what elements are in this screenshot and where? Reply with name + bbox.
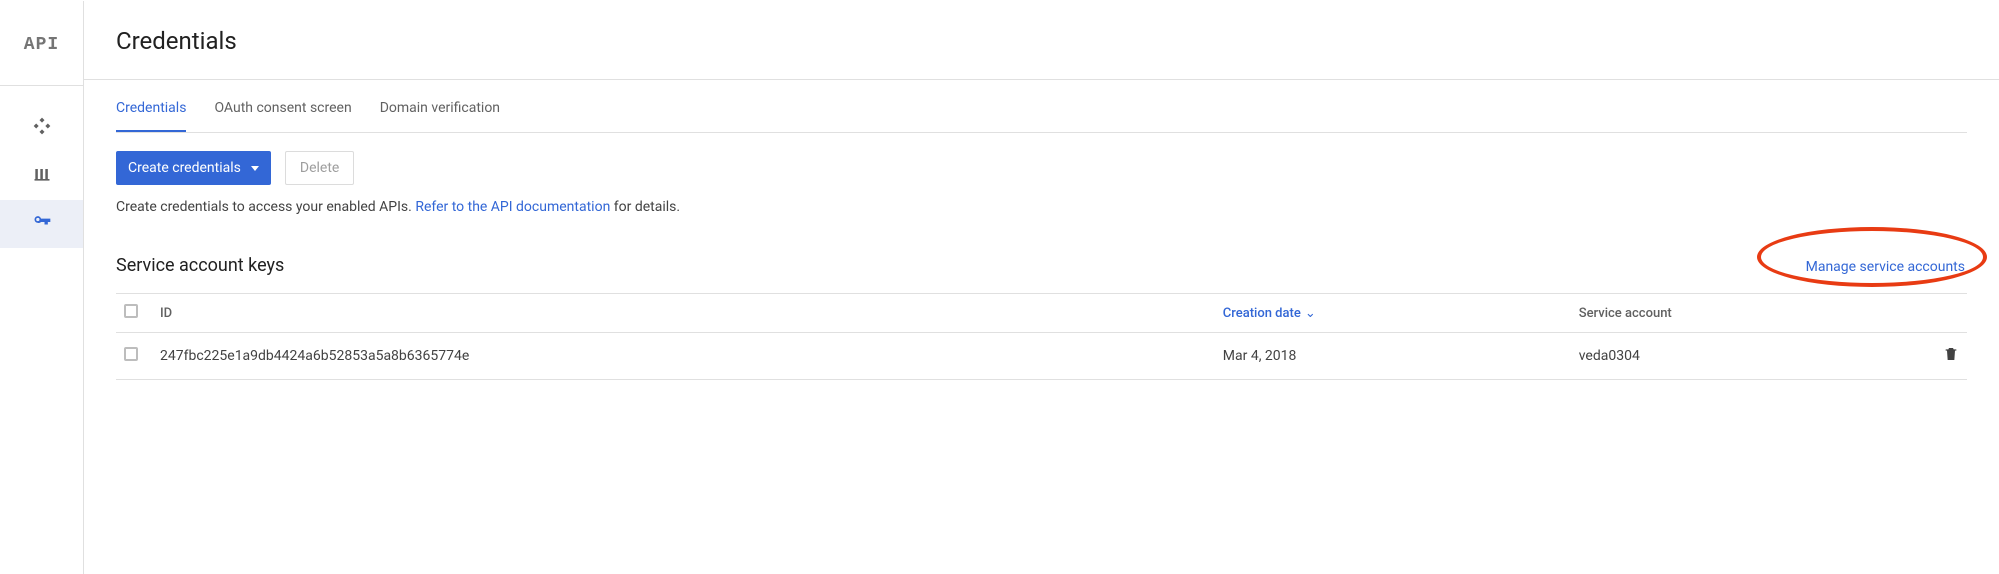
manage-service-accounts-link[interactable]: Manage service accounts [1804,255,1967,279]
nav-library[interactable] [0,152,83,200]
trash-icon [1943,351,1959,367]
chevron-down-icon [251,166,259,171]
delete-button[interactable]: Delete [285,151,354,185]
library-icon [32,164,52,188]
helper-text: Create credentials to access your enable… [116,199,1967,215]
tabs: Credentials OAuth consent screen Domain … [116,84,1967,133]
section-title: Service account keys [116,255,284,276]
chevron-down-icon: ⌄ [1305,306,1316,321]
select-all-checkbox[interactable] [124,304,138,318]
col-service-account[interactable]: Service account [1571,294,1927,333]
api-documentation-link[interactable]: Refer to the API documentation [415,199,610,215]
toolbar: Create credentials Delete [116,151,1967,185]
diamond-icon [32,116,52,140]
create-credentials-label: Create credentials [128,160,241,176]
api-logo: API [0,19,83,85]
nav-dashboard[interactable] [0,104,83,152]
page-title: Credentials [116,27,1967,55]
cell-service-account: veda0304 [1571,333,1927,380]
cell-id: 247fbc225e1a9db4424a6b52853a5a8b6365774e [152,333,1215,380]
col-creation-date[interactable]: Creation date⌄ [1215,294,1571,333]
key-icon [32,212,52,236]
tab-oauth-consent[interactable]: OAuth consent screen [214,84,351,132]
page-header: Credentials [84,1,1999,80]
tab-domain-verification[interactable]: Domain verification [380,84,500,132]
row-checkbox[interactable] [124,347,138,361]
main: Credentials Credentials OAuth consent sc… [84,1,1999,574]
sidebar: API [0,1,84,574]
delete-row-button[interactable] [1943,351,1959,367]
create-credentials-button[interactable]: Create credentials [116,151,271,185]
col-id[interactable]: ID [152,294,1215,333]
tab-credentials[interactable]: Credentials [116,84,186,132]
service-account-keys-table: ID Creation date⌄ Service account 247fbc… [116,293,1967,380]
nav-credentials[interactable] [0,200,83,248]
section-header: Service account keys Manage service acco… [116,255,1967,279]
cell-creation-date: Mar 4, 2018 [1215,333,1571,380]
table-row[interactable]: 247fbc225e1a9db4424a6b52853a5a8b6365774e… [116,333,1967,380]
